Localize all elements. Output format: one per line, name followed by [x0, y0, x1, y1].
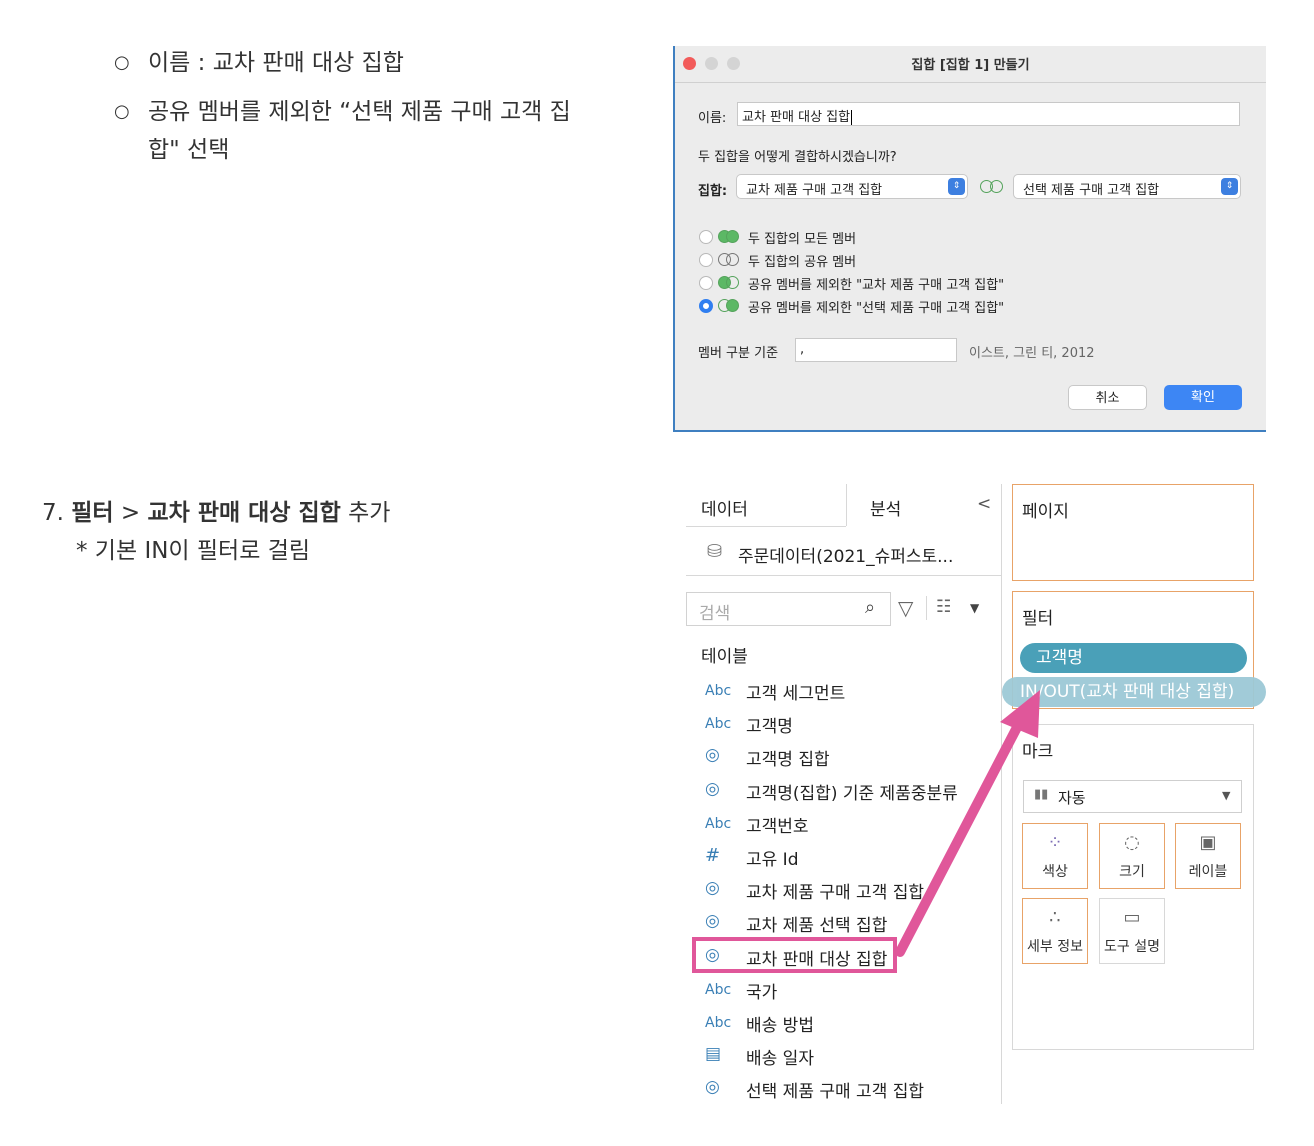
drag-arrow-overlay: [895, 690, 1040, 957]
drag-arrow-line: [895, 707, 1030, 957]
